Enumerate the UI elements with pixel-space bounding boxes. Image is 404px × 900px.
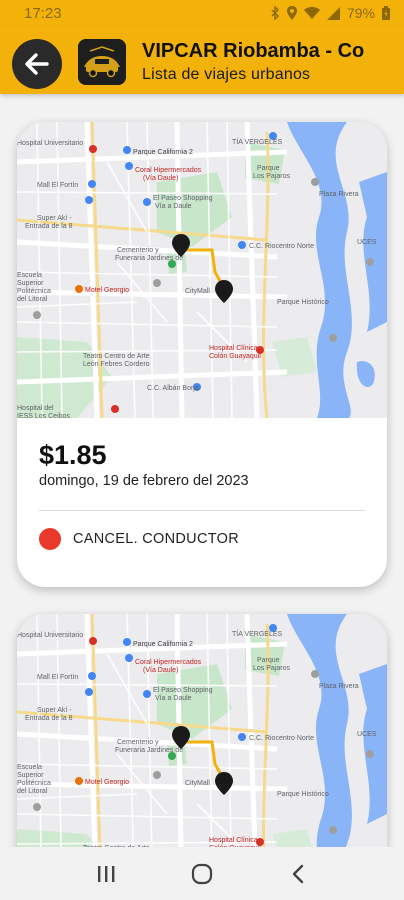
system-nav-bar [0,847,404,900]
vipcar-logo [78,39,126,85]
battery-icon [382,6,390,20]
home-circle-icon [191,863,213,884]
signal-icon [326,6,340,20]
location-icon [286,6,297,20]
app-bar-titles: VIPCAR Riobamba - Co Lista de viajes urb… [142,40,392,84]
recent-apps-icon [98,865,115,882]
battery-percent: 79% [346,5,375,21]
home-button[interactable] [182,854,222,894]
trip-map [17,122,387,418]
status-dot-icon [39,528,61,550]
trip-status: CANCEL. CONDUCTOR [39,528,239,550]
trip-card[interactable]: $1.85 domingo, 19 de febrero del 2023 CA… [17,122,387,587]
app-bar: VIPCAR Riobamba - Co Lista de viajes urb… [0,26,404,94]
status-icons: 79% [271,5,390,21]
divider [39,510,365,511]
app-subtitle: Lista de viajes urbanos [142,66,311,83]
status-time: 17:23 [24,4,62,22]
recent-apps-button[interactable] [86,854,126,894]
trip-price: $1.85 [39,440,107,470]
nav-back-button[interactable] [278,854,318,894]
wifi-icon [303,6,320,19]
trip-status-label: CANCEL. CONDUCTOR [73,531,239,547]
trip-date: domingo, 19 de febrero del 2023 [39,473,249,489]
status-bar: 17:23 79% [0,0,404,26]
back-button[interactable] [12,39,62,89]
arrow-left-icon [25,53,49,75]
bluetooth-icon [271,6,279,20]
app-title: VIPCAR Riobamba - Co [142,40,365,62]
nav-back-icon [292,864,304,883]
